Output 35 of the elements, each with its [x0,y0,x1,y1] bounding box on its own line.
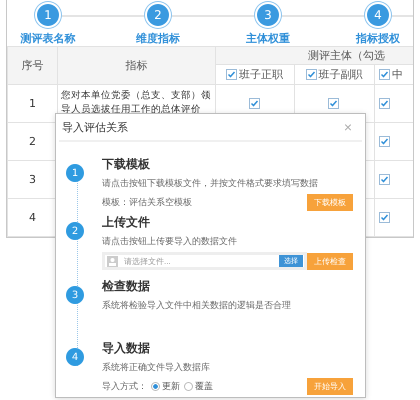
step-description: 系统将检验导入文件中相关数据的逻辑是否合理 [102,300,292,312]
step-label[interactable]: 维度指标 [136,31,180,46]
column-header: 指标 [58,46,216,84]
step-description: 请点击按钮上传要导入的数据文件 [102,236,238,248]
step-title: 下载模板 [102,156,151,173]
step-label[interactable]: 测评表名称 [20,31,76,46]
step-number: 4 [66,348,84,366]
column-header: 班子副职 [294,64,374,84]
dialog-title: 导入评估关系 [62,120,128,134]
step-number: 2 [66,222,84,240]
column-header: 序号 [8,46,58,84]
step-number[interactable]: 2 [147,4,169,26]
step-label[interactable]: 主体权重 [246,31,290,46]
step-description: 请点击按钮下载模板文件，并按文件格式要求填写数据 [102,178,319,190]
step-number[interactable]: 4 [367,4,389,26]
column-header: 班子正职 [216,64,294,84]
step-title: 导入数据 [102,340,151,357]
import-mode-label: 导入方式： [102,380,147,393]
step-number[interactable]: 1 [37,4,59,26]
step-description: 系统将正确文件导入数据库 [102,362,211,374]
download-button[interactable]: 下载模板 [307,194,353,211]
step-number[interactable]: 3 [257,4,279,26]
step-number: 1 [66,164,84,182]
upload-button[interactable]: 上传检查 [307,252,353,270]
column-header: 中 [374,64,413,84]
template-name: 模板：评估关系空模板 [102,196,192,209]
step-label[interactable]: 指标授权 [356,31,400,46]
step-number: 3 [66,286,84,304]
step-title: 上传文件 [102,214,151,231]
group-header: 测评主体（勾选 [216,46,413,64]
mode-radio[interactable]: 更新 [151,380,180,393]
mode-radio[interactable]: 覆盖 [184,380,213,393]
step-title: 检查数据 [102,278,151,295]
import-button[interactable]: 开始导入 [307,378,353,395]
close-button[interactable]: × [344,119,352,135]
